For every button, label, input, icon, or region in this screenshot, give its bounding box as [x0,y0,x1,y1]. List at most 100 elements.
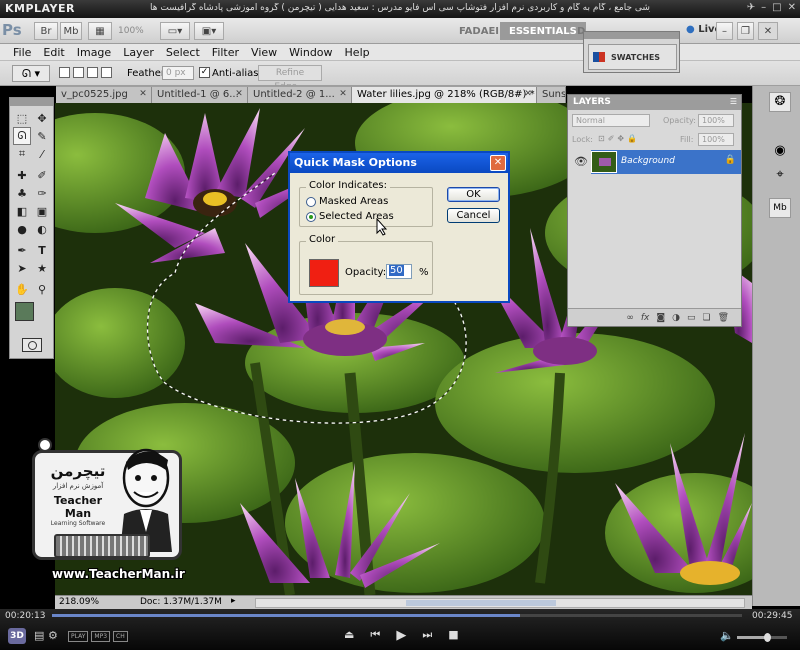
close-tab-icon[interactable]: ✕ [523,89,533,99]
close-app-button[interactable]: ✕ [758,22,778,40]
mini-bridge-icon[interactable]: Mb [769,198,791,218]
foreground-color-swatch[interactable] [15,302,34,321]
intersect-selection-icon[interactable] [101,67,112,78]
swatches-panel-button[interactable]: SWATCHES [588,44,677,70]
toolbox-header[interactable] [10,98,53,106]
hand-tool-icon[interactable]: ✋ [13,280,31,298]
volume-slider[interactable] [737,633,787,642]
screen-mode-button[interactable]: ▣▾ [194,22,224,40]
menu-image[interactable]: Image [71,46,117,59]
pin-icon[interactable]: ✈ [747,2,755,13]
layer-visibility-eye-icon[interactable]: 👁 [574,155,588,168]
tab-document[interactable]: Untitled-1 @ 6... ✕ [152,87,248,103]
layer-opacity-input[interactable]: 100% [698,114,734,127]
pen-tool-icon[interactable]: ✒ [13,241,31,259]
view-extras-button[interactable]: ▦ [88,22,112,40]
layers-panel-header[interactable]: LAYERS ☰ [568,95,741,110]
zoom-level[interactable]: 100% [118,26,144,36]
new-selection-icon[interactable] [59,67,70,78]
minimize-icon[interactable]: – [761,2,766,13]
dodge-tool-icon[interactable]: ◐ [33,220,51,238]
blend-mode-select[interactable]: Normal [572,114,650,127]
tab-document[interactable]: Untitled-2 @ 1... ✕ [248,87,352,103]
previous-icon[interactable]: ⏮ [370,628,380,643]
swatches-panel-header[interactable] [584,32,679,39]
volume-icon[interactable]: 🔈 [720,629,734,642]
dialog-titlebar[interactable]: Quick Mask Options ✕ [290,153,508,173]
menu-filter[interactable]: Filter [206,46,245,59]
lasso-preset-picker[interactable]: ᘏ ▾ [12,65,50,82]
menu-view[interactable]: View [245,46,283,59]
menu-select[interactable]: Select [160,46,206,59]
maximize-icon[interactable]: □ [772,2,781,13]
close-tab-icon[interactable]: ✕ [338,89,348,99]
menu-edit[interactable]: Edit [37,46,70,59]
badge-ch[interactable]: CH [113,631,128,642]
tab-document-active[interactable]: Water lilies.jpg @ 218% (RGB/8#) * ✕ [352,87,537,103]
stop-icon[interactable]: ■ [448,628,458,643]
playlist-icon[interactable]: ▤ [34,629,44,642]
antialias-checkbox[interactable]: ✓ [199,67,210,78]
clone-stamp-tool-icon[interactable]: ♣ [13,184,31,202]
lasso-tool-icon[interactable]: ᘏ [13,127,31,145]
canvas-horizontal-scrollbar[interactable] [255,598,745,608]
panel-menu-icon[interactable]: ☰ [730,97,737,106]
tab-document[interactable]: Sunse [537,87,566,103]
menu-layer[interactable]: Layer [117,46,160,59]
close-tab-icon[interactable]: ✕ [234,89,244,99]
minimize-app-button[interactable]: – [716,22,733,40]
launch-bridge-button[interactable]: Br [34,22,58,40]
badge-play[interactable]: PLAY [68,631,89,642]
eraser-tool-icon[interactable]: ◧ [13,202,31,220]
settings-icon[interactable]: ⚙ [48,629,58,642]
menu-help[interactable]: Help [339,46,376,59]
shape-tool-icon[interactable]: ★ [33,259,51,277]
volume-knob[interactable] [764,633,771,642]
layer-style-icon[interactable]: fx [641,313,650,323]
history-brush-tool-icon[interactable]: ✑ [33,184,51,202]
3d-button[interactable]: 3D [8,628,26,644]
seek-bar[interactable] [52,614,742,617]
ok-button[interactable]: OK [447,187,500,202]
restore-app-button[interactable]: ❐ [737,22,754,40]
arrange-documents-button[interactable]: ▭▾ [160,22,190,40]
opacity-input[interactable]: 50 [386,264,412,279]
new-layer-icon[interactable]: ❏ [702,313,710,323]
close-icon[interactable]: ✕ [788,2,796,13]
healing-brush-tool-icon[interactable]: ✚ [13,166,31,184]
selected-areas-radio[interactable] [306,212,316,222]
tab-document[interactable]: v_pc0525.jpg ✕ [56,87,152,103]
blur-tool-icon[interactable]: ● [13,220,31,238]
status-zoom[interactable]: 218.09% [59,597,99,607]
eyedropper-tool-icon[interactable]: ⁄ [33,145,51,163]
play-icon[interactable]: ▶ [396,628,406,643]
eject-icon[interactable]: ⏏ [344,628,354,643]
badge-mp3[interactable]: MP3 [91,631,111,642]
mask-color-swatch[interactable] [309,259,339,287]
move-tool-icon[interactable]: ✥ [33,109,51,127]
marquee-tool-icon[interactable]: ⬚ [13,109,31,127]
launch-mini-bridge-button[interactable]: Mb [60,22,82,40]
close-icon[interactable]: ✕ [490,155,506,171]
new-group-icon[interactable]: ▭ [687,313,696,323]
subtract-from-selection-icon[interactable] [87,67,98,78]
layer-row-background[interactable]: Background 🔒 [591,150,741,174]
masked-areas-radio[interactable] [306,197,316,207]
link-layers-icon[interactable]: ∞ [626,313,634,323]
add-mask-icon[interactable]: ◙ [656,313,665,323]
type-tool-icon[interactable]: T [33,241,51,259]
scrollbar-thumb[interactable] [406,600,556,606]
masks-icon[interactable]: ◉ [769,142,791,162]
brush-tool-icon[interactable]: ✐ [33,166,51,184]
lock-icons[interactable]: ⊡✐✥🔒 [598,134,640,143]
refine-edge-button[interactable]: Refine Edge... [258,65,322,92]
gradient-tool-icon[interactable]: ▣ [33,202,51,220]
crop-tool-icon[interactable]: ⌗ [13,145,31,163]
next-icon[interactable]: ⏭ [422,628,432,643]
quick-selection-tool-icon[interactable]: ✎ [33,127,51,145]
zoom-tool-icon[interactable]: ⚲ [33,280,51,298]
close-tab-icon[interactable]: ✕ [138,89,148,99]
transform-icon[interactable]: ⌖ [769,166,791,186]
adjustments-icon[interactable]: ❂ [769,92,791,112]
feather-input[interactable]: 0 px [162,66,194,80]
